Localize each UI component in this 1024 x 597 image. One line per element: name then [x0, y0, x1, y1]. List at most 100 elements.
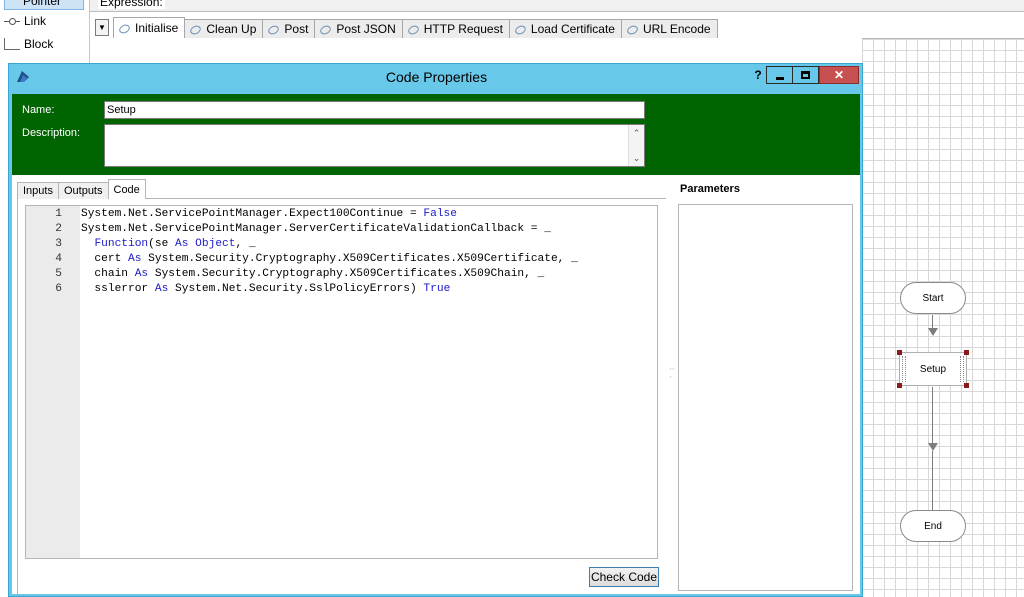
flow-connector[interactable]: [932, 315, 933, 329]
block-icon: [4, 38, 20, 50]
properties-header: Name: Description: ⌃ ⌄: [12, 94, 860, 175]
close-icon: ✕: [833, 68, 845, 82]
dialog-title-bar[interactable]: Code Properties ? ✕: [9, 64, 864, 90]
code-text: chain As System.Security.Cryptography.X5…: [81, 268, 544, 280]
minimize-icon: [775, 76, 784, 80]
line-number: 3: [55, 238, 62, 250]
code-text: cert As System.Security.Cryptography.X50…: [81, 253, 578, 265]
code-text: Function(se As Object, _: [81, 238, 256, 250]
tab-code[interactable]: Code: [107, 179, 146, 199]
toolbox-item-label: Link: [24, 14, 47, 28]
line-number: 2: [55, 223, 62, 235]
name-input[interactable]: [104, 101, 645, 119]
dialog-title: Code Properties: [385, 69, 488, 85]
resize-handle[interactable]: [897, 350, 902, 355]
name-label: Name:: [22, 104, 55, 116]
panel-splitter[interactable]: [670, 365, 674, 395]
code-token: System.Security.Cryptography.X509Certifi…: [141, 253, 578, 265]
tab-http-request[interactable]: HTTP Request: [401, 19, 510, 38]
code-keyword: Function: [94, 238, 149, 250]
toolbox-item-label: Pointer: [23, 0, 62, 8]
tab-label: Inputs: [23, 185, 53, 197]
expression-label: Expression:: [98, 0, 165, 9]
help-icon: ?: [754, 68, 762, 82]
node-label: Setup: [919, 363, 947, 375]
code-keyword: Object: [195, 238, 236, 250]
code-token: , _: [235, 238, 256, 250]
tab-initialise[interactable]: Initialise: [113, 17, 186, 38]
tab-url-encode[interactable]: URL Encode: [620, 19, 718, 38]
code-text: sslerror As System.Net.Security.SslPolic…: [81, 283, 450, 295]
arrow-down-icon: [928, 443, 938, 451]
code-token: System.Net.Security.SslPolicyErrors): [168, 283, 424, 295]
code-text: System.Net.ServicePointManager.Expect100…: [81, 208, 457, 220]
flow-connector[interactable]: [932, 451, 933, 510]
tab-post-json[interactable]: Post JSON: [314, 19, 403, 38]
code-keyword: True: [423, 283, 451, 295]
tab-label: Load Certificate: [530, 22, 615, 36]
code-keyword: As: [134, 268, 149, 280]
flow-setup-node[interactable]: Setup: [897, 350, 969, 388]
description-label: Description:: [22, 127, 81, 139]
line-number: 4: [55, 253, 62, 265]
tab-post[interactable]: Post: [262, 19, 316, 38]
tab-label: Post: [284, 22, 309, 36]
minimize-button[interactable]: [766, 66, 793, 84]
page-icon: [626, 23, 638, 35]
line-number: 1: [55, 208, 62, 220]
node-label: End: [924, 520, 942, 532]
tab-label: Initialise: [135, 21, 179, 35]
line-number: 6: [55, 283, 62, 295]
page-list-dropdown[interactable]: ▼: [95, 19, 109, 36]
flow-end-node[interactable]: End: [900, 510, 966, 542]
node-bar: [902, 356, 906, 382]
resize-handle[interactable]: [964, 350, 969, 355]
help-button[interactable]: ?: [751, 66, 765, 84]
expression-bar: Expression:: [90, 0, 1024, 12]
check-code-button[interactable]: Check Code: [589, 567, 659, 587]
maximize-button[interactable]: [792, 66, 819, 84]
tab-label: Outputs: [63, 185, 103, 197]
code-keyword: As: [128, 253, 142, 265]
resize-handle[interactable]: [897, 383, 902, 388]
page-icon: [319, 23, 331, 35]
page-icon: [407, 23, 419, 35]
code-properties-dialog: Code Properties ? ✕ Name: Description: ⌃…: [8, 63, 863, 597]
code-keyword: As: [175, 238, 189, 250]
flow-connector[interactable]: [932, 387, 933, 443]
tab-label: Code: [113, 183, 140, 196]
arrow-down-icon: [928, 328, 938, 336]
tab-label: Clean Up: [206, 22, 257, 36]
code-editor[interactable]: 1 System.Net.ServicePointManager.Expect10…: [25, 205, 658, 559]
tab-inputs[interactable]: Inputs: [17, 182, 59, 199]
code-token: System.Net.ServicePointManager.Expect100…: [81, 208, 424, 220]
code-token: (se: [148, 238, 176, 250]
scroll-down-icon[interactable]: ⌄: [629, 151, 644, 165]
link-icon: [4, 15, 20, 27]
page-icon: [118, 22, 130, 34]
code-token: cert: [81, 253, 128, 265]
close-button[interactable]: ✕: [819, 66, 859, 84]
page-icon: [189, 23, 201, 35]
toolbox-item-label: Block: [24, 37, 54, 51]
tab-load-certificate[interactable]: Load Certificate: [508, 19, 622, 38]
scroll-up-icon[interactable]: ⌃: [629, 126, 644, 140]
description-input[interactable]: ⌃ ⌄: [104, 124, 645, 167]
resize-handle[interactable]: [964, 383, 969, 388]
toolbox-item-block[interactable]: Block: [4, 35, 53, 53]
parameters-title: Parameters: [680, 183, 740, 195]
flow-start-node[interactable]: Start: [900, 282, 966, 314]
toolbox-item-link[interactable]: Link: [4, 12, 46, 30]
page-tab-strip: ▼ Initialise Clean Up Post Post JSON HTT…: [95, 17, 718, 38]
tab-label: Post JSON: [336, 22, 396, 36]
toolbox-item-pointer[interactable]: Pointer: [4, 0, 84, 10]
code-text: System.Net.ServicePointManager.ServerCer…: [81, 223, 551, 235]
code-token: sslerror: [81, 283, 155, 295]
maximize-icon: [801, 71, 810, 79]
code-token: System.Security.Cryptography.X509Certifi…: [148, 268, 545, 280]
tab-outputs[interactable]: Outputs: [57, 182, 109, 199]
description-scrollbar[interactable]: ⌃ ⌄: [628, 125, 644, 166]
tab-clean-up[interactable]: Clean Up: [184, 19, 264, 38]
parameters-panel[interactable]: [678, 204, 853, 591]
